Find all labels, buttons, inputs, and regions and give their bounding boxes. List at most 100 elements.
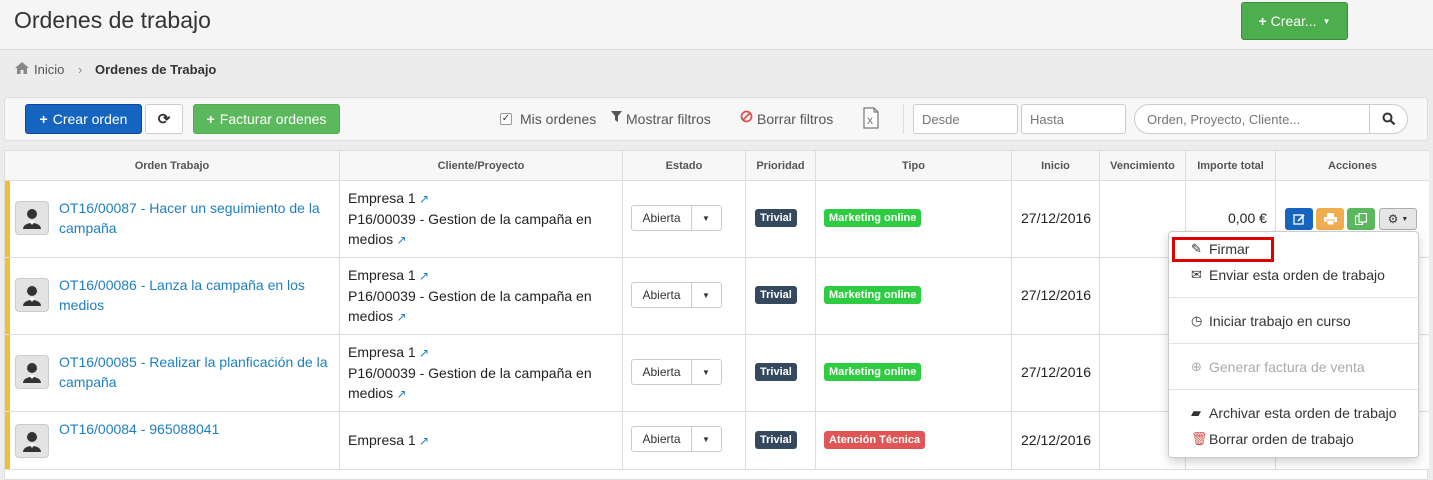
envelope-icon: ✉ bbox=[1191, 267, 1202, 282]
client-link[interactable]: Empresa 1 bbox=[348, 267, 416, 283]
excel-export-icon[interactable]: X bbox=[863, 107, 879, 134]
copy-icon bbox=[1355, 213, 1367, 225]
create-button-label: Crear... bbox=[1270, 13, 1317, 29]
priority-badge: Trivial bbox=[755, 431, 797, 449]
folder-open-icon: ▰ bbox=[1191, 405, 1201, 420]
show-filters-link[interactable]: Mostrar filtros bbox=[626, 111, 711, 127]
user-avatar-icon bbox=[15, 201, 49, 235]
client-project: Empresa 1 ↗ P16/00039 - Gestion de la ca… bbox=[348, 265, 623, 327]
search-button[interactable] bbox=[1369, 104, 1407, 134]
caret-down-icon: ▼ bbox=[1322, 16, 1331, 26]
create-order-button[interactable]: + Crear orden bbox=[25, 104, 142, 134]
client-link[interactable]: Empresa 1 bbox=[348, 344, 416, 360]
create-dropdown-button[interactable]: + Crear... ▼ bbox=[1241, 2, 1348, 40]
my-orders-label[interactable]: Mis ordenes bbox=[520, 111, 596, 127]
external-link-icon[interactable]: ↗ bbox=[393, 387, 406, 401]
type-badge: Marketing online bbox=[824, 363, 922, 381]
status-dropdown[interactable]: Abierta ▼ bbox=[631, 426, 722, 452]
external-link-icon[interactable]: ↗ bbox=[416, 192, 429, 206]
start-date: 27/12/2016 bbox=[1021, 287, 1092, 303]
search-box bbox=[1134, 104, 1408, 134]
type-badge: Marketing online bbox=[824, 286, 922, 304]
order-link[interactable]: OT16/00087 - Hacer un seguimiento de la … bbox=[59, 198, 334, 238]
client-project: Empresa 1 ↗ P16/00039 - Gestion de la ca… bbox=[348, 342, 623, 404]
plus-icon: + bbox=[1258, 13, 1267, 29]
column-header[interactable]: Estado bbox=[623, 151, 746, 181]
column-header[interactable]: Cliente/Proyecto bbox=[340, 151, 623, 181]
gears-icon: ⚙ bbox=[1387, 212, 1399, 226]
external-link-icon[interactable]: ↗ bbox=[393, 233, 406, 247]
menu-item-start-work[interactable]: ◷ Iniciar trabajo en curso bbox=[1169, 309, 1418, 333]
trash-icon: 🗑 bbox=[1191, 431, 1208, 446]
menu-divider bbox=[1169, 297, 1418, 298]
search-icon bbox=[1382, 112, 1395, 126]
menu-item-delete[interactable]: 🗑 Borrar orden de trabajo bbox=[1169, 427, 1418, 451]
client-project: Empresa 1 ↗ P16/00039 - Gestion de la ca… bbox=[348, 188, 623, 250]
column-header[interactable]: Acciones bbox=[1276, 151, 1429, 181]
project-link[interactable]: P16/00039 - Gestion de la campaña en med… bbox=[348, 288, 592, 324]
breadcrumb: Inicio › Ordenes de Trabajo bbox=[0, 50, 1433, 88]
print-icon bbox=[1323, 213, 1337, 225]
date-to-input[interactable] bbox=[1021, 104, 1126, 134]
user-avatar-icon bbox=[15, 424, 49, 458]
client-link[interactable]: Empresa 1 bbox=[348, 432, 416, 448]
external-link-icon[interactable]: ↗ bbox=[393, 310, 406, 324]
external-link-icon[interactable]: ↗ bbox=[416, 346, 429, 360]
column-header[interactable]: Orden Trabajo bbox=[5, 151, 340, 181]
invoice-icon: ⊕ bbox=[1191, 359, 1202, 374]
status-dropdown[interactable]: Abierta ▼ bbox=[631, 282, 722, 308]
column-header[interactable]: Inicio bbox=[1012, 151, 1100, 181]
menu-item-archive[interactable]: ▰ Archivar esta orden de trabajo bbox=[1169, 401, 1418, 425]
home-icon bbox=[14, 61, 30, 78]
menu-item-send[interactable]: ✉ Enviar esta orden de trabajo bbox=[1169, 263, 1418, 287]
column-header[interactable]: Importe total bbox=[1186, 151, 1276, 181]
priority-badge: Trivial bbox=[755, 286, 797, 304]
menu-item-generate-invoice[interactable]: ⊕ Generar factura de venta bbox=[1169, 355, 1418, 379]
plus-icon: + bbox=[206, 111, 215, 127]
settings-dropdown-button[interactable]: ⚙ ▼ bbox=[1379, 208, 1417, 230]
caret-down-icon: ▼ bbox=[702, 213, 710, 223]
priority-badge: Trivial bbox=[755, 363, 797, 381]
caret-down-icon: ▼ bbox=[702, 434, 710, 444]
priority-badge: Trivial bbox=[755, 209, 797, 227]
chevron-right-icon: › bbox=[78, 62, 83, 77]
copy-button[interactable] bbox=[1347, 208, 1375, 230]
filter-icon bbox=[611, 110, 622, 126]
refresh-icon: ⟳ bbox=[157, 111, 171, 128]
user-avatar-icon bbox=[15, 278, 49, 312]
column-header[interactable]: Prioridad bbox=[746, 151, 816, 181]
order-link[interactable]: OT16/00085 - Realizar la planficación de… bbox=[59, 352, 334, 392]
order-link[interactable]: OT16/00086 - Lanza la campaña en los med… bbox=[59, 275, 334, 315]
clear-filters-link[interactable]: Borrar filtros bbox=[757, 111, 833, 127]
type-badge: Atención Técnica bbox=[824, 431, 926, 449]
actions-dropdown-menu: ✎ Firmar ✉ Enviar esta orden de trabajo … bbox=[1168, 231, 1419, 458]
caret-down-icon: ▼ bbox=[1401, 215, 1409, 223]
edit-button[interactable] bbox=[1285, 208, 1313, 230]
external-link-icon[interactable]: ↗ bbox=[416, 269, 429, 283]
invoice-orders-button[interactable]: + Facturar ordenes bbox=[193, 104, 340, 134]
start-date: 27/12/2016 bbox=[1021, 210, 1092, 226]
status-dropdown[interactable]: Abierta ▼ bbox=[631, 205, 722, 231]
search-input[interactable] bbox=[1147, 112, 1347, 127]
project-link[interactable]: P16/00039 - Gestion de la campaña en med… bbox=[348, 365, 592, 401]
toolbar-divider bbox=[903, 104, 904, 134]
svg-text:X: X bbox=[867, 116, 873, 126]
breadcrumb-home-link[interactable]: Inicio bbox=[34, 62, 64, 77]
menu-item-sign[interactable]: ✎ Firmar bbox=[1169, 237, 1418, 261]
my-orders-checkbox[interactable]: ✓ bbox=[500, 113, 512, 125]
print-button[interactable] bbox=[1316, 208, 1344, 230]
column-header[interactable]: Vencimiento bbox=[1100, 151, 1186, 181]
date-from-input[interactable] bbox=[913, 104, 1018, 134]
status-dropdown[interactable]: Abierta ▼ bbox=[631, 359, 722, 385]
total-amount: 0,00 € bbox=[1228, 210, 1267, 226]
caret-down-icon: ▼ bbox=[702, 367, 710, 377]
ban-icon bbox=[740, 110, 753, 126]
project-link[interactable]: P16/00039 - Gestion de la campaña en med… bbox=[348, 211, 592, 247]
user-avatar-icon bbox=[15, 355, 49, 389]
order-link[interactable]: OT16/00084 - 965088041 bbox=[59, 419, 334, 439]
menu-divider bbox=[1169, 389, 1418, 390]
external-link-icon[interactable]: ↗ bbox=[416, 434, 429, 448]
column-header[interactable]: Tipo bbox=[816, 151, 1012, 181]
refresh-button[interactable]: ⟳ bbox=[145, 104, 183, 134]
client-link[interactable]: Empresa 1 bbox=[348, 190, 416, 206]
